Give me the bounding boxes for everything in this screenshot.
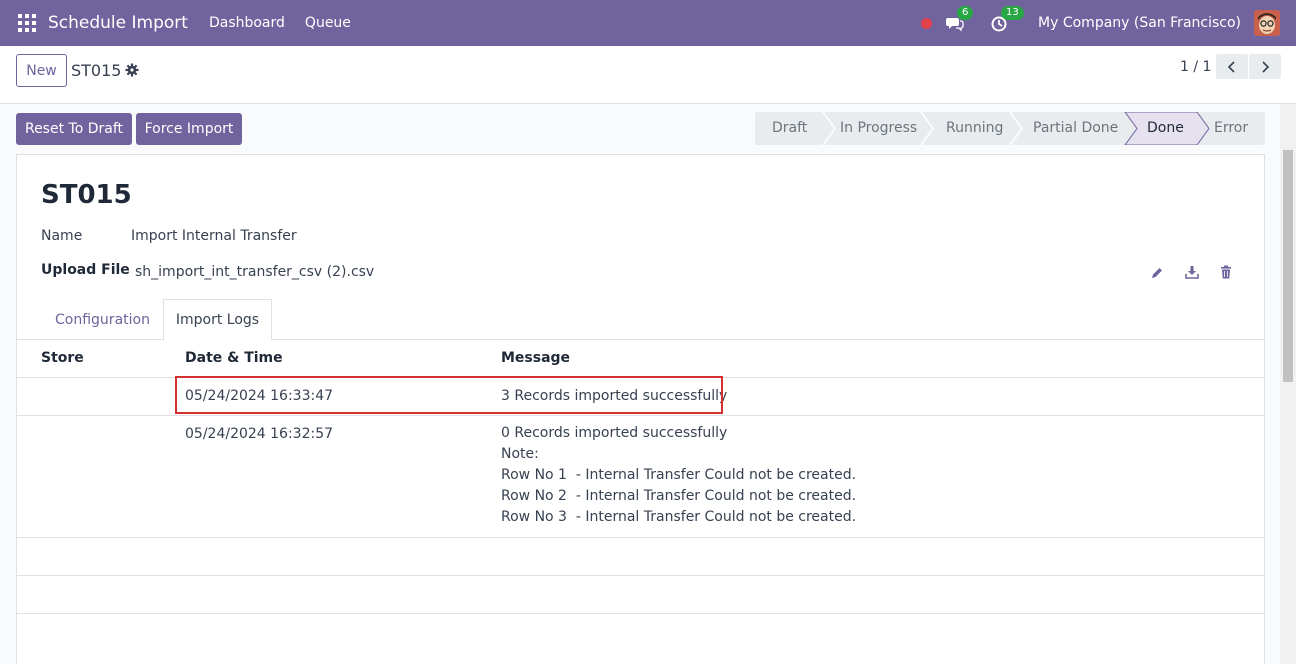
pager-next-button[interactable] (1249, 54, 1281, 79)
form-sheet: ST015 Name Import Internal Transfer Uplo… (16, 154, 1265, 664)
upload-file-label: Upload File (41, 262, 130, 278)
record-title: ST015 (41, 180, 132, 210)
app-title[interactable]: Schedule Import (48, 13, 188, 33)
tab-import-logs[interactable]: Import Logs (163, 299, 272, 341)
breadcrumb-record-name: ST015 (71, 61, 122, 80)
user-avatar[interactable] (1254, 10, 1280, 36)
recording-indicator-icon[interactable] (921, 17, 933, 29)
nav-link-dashboard[interactable]: Dashboard (209, 15, 285, 31)
scrollbar-thumb[interactable] (1283, 150, 1293, 382)
company-switcher[interactable]: My Company (San Francisco) (1038, 15, 1241, 31)
column-header-store[interactable]: Store (41, 350, 84, 366)
activities-clock-icon[interactable]: 13 (990, 6, 1024, 32)
empty-table-row (17, 576, 1264, 614)
row-datetime: 05/24/2024 16:32:57 (185, 426, 334, 442)
pager-value[interactable]: 1 / 1 (1180, 59, 1211, 75)
row-message: 0 Records imported successfully Note: Ro… (501, 423, 856, 528)
status-step-running[interactable]: Running (946, 120, 1003, 136)
message-line: Row No 1 - Internal Transfer Could not b… (501, 467, 857, 483)
download-icon[interactable] (1185, 265, 1199, 279)
force-import-button[interactable]: Force Import (136, 113, 242, 145)
status-step-done[interactable]: Done (1147, 120, 1184, 136)
reset-to-draft-button[interactable]: Reset To Draft (16, 113, 132, 145)
message-line: Row No 2 - Internal Transfer Could not b… (501, 488, 857, 504)
message-line: 0 Records imported successfully (501, 425, 728, 441)
activities-count-badge: 13 (1001, 6, 1024, 20)
message-line: Note: (501, 446, 539, 462)
highlight-box (175, 376, 723, 414)
gear-icon[interactable] (125, 63, 139, 77)
trash-icon[interactable] (1219, 265, 1233, 279)
messages-icon[interactable]: 6 (946, 6, 974, 32)
status-step-partial-done[interactable]: Partial Done (1033, 120, 1118, 136)
apps-menu-icon[interactable] (18, 14, 36, 32)
messages-count-badge: 6 (957, 6, 974, 20)
table-header: Store Date & Time Message (17, 340, 1264, 378)
column-header-datetime[interactable]: Date & Time (185, 350, 283, 366)
name-value[interactable]: Import Internal Transfer (131, 228, 297, 244)
message-line: Row No 3 - Internal Transfer Could not b… (501, 509, 857, 525)
status-step-error[interactable]: Error (1214, 120, 1248, 136)
name-label: Name (41, 228, 83, 244)
empty-table-row (17, 538, 1264, 576)
pencil-icon[interactable] (1150, 266, 1164, 280)
nav-link-queue[interactable]: Queue (305, 15, 351, 31)
notebook-tabs: Configuration Import Logs (17, 299, 1264, 341)
top-navbar: Schedule Import Dashboard Queue 6 13 My … (0, 0, 1296, 46)
column-header-message[interactable]: Message (501, 350, 570, 366)
table-row[interactable]: 05/24/2024 16:32:57 0 Records imported s… (17, 416, 1264, 538)
pager-previous-button[interactable] (1216, 54, 1248, 79)
chevron-right-icon (1262, 60, 1270, 73)
new-button[interactable]: New (16, 54, 67, 87)
tab-configuration[interactable]: Configuration (42, 299, 163, 340)
upload-file-value[interactable]: sh_import_int_transfer_csv (2).csv (135, 264, 374, 280)
status-step-draft[interactable]: Draft (772, 120, 807, 136)
chevron-left-icon (1227, 60, 1235, 73)
status-step-in-progress[interactable]: In Progress (840, 120, 917, 136)
control-panel: New ST015 1 / 1 (0, 46, 1296, 104)
